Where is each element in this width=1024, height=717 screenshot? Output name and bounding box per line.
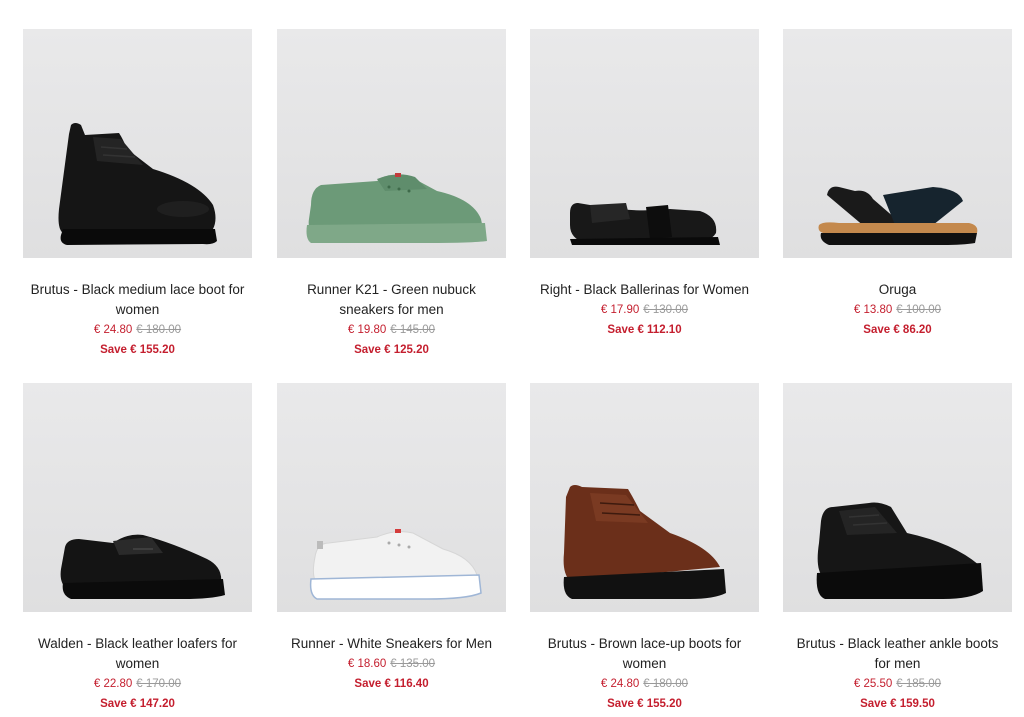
product-card[interactable]: Brutus - Black medium lace boot for wome… (23, 29, 252, 360)
sale-price: € 22.80 (93, 678, 133, 690)
original-price: € 180.00 (643, 678, 689, 690)
black-loafer-image (60, 534, 225, 599)
black-lace-boot-image (58, 123, 217, 245)
savings-label: Save € 125.20 (354, 344, 429, 356)
sale-price: € 17.90 (600, 304, 640, 316)
savings-label: Save € 116.40 (354, 678, 429, 690)
product-image[interactable] (530, 383, 759, 612)
sale-price: € 24.80 (93, 324, 133, 336)
product-card[interactable]: Brutus - Brown lace-up boots for women €… (530, 383, 759, 714)
product-card[interactable]: Runner - White Sneakers for Men € 18.60 €… (277, 383, 506, 694)
product-title[interactable]: Oruga (783, 280, 1012, 300)
original-price: € 145.00 (390, 324, 436, 336)
product-title[interactable]: Runner - White Sneakers for Men (277, 634, 506, 654)
savings-label: Save € 159.50 (860, 698, 935, 710)
savings-label: Save € 155.20 (100, 344, 175, 356)
product-image[interactable] (23, 29, 252, 258)
savings-label: Save € 155.20 (607, 698, 682, 710)
original-price: € 130.00 (643, 304, 689, 316)
product-grid: Brutus - Black medium lace boot for wome… (0, 0, 1024, 717)
product-prices: € 18.60 € 135.00 (277, 654, 506, 674)
product-prices: € 24.80 € 180.00 (23, 320, 252, 340)
white-sneaker-image (309, 529, 482, 600)
sale-price: € 18.60 (347, 658, 387, 670)
product-image[interactable] (783, 383, 1012, 612)
brown-lace-boot-image (563, 485, 726, 599)
product-image[interactable] (23, 383, 252, 612)
product-prices: € 25.50 € 185.00 (783, 674, 1012, 694)
savings-label: Save € 147.20 (100, 698, 175, 710)
original-price: € 185.00 (896, 678, 942, 690)
product-title[interactable]: Right - Black Ballerinas for Women (530, 280, 759, 300)
sale-price: € 19.80 (347, 324, 387, 336)
green-sneaker-image (306, 173, 487, 243)
product-title[interactable]: Walden - Black leather loafers for women (23, 634, 252, 674)
product-prices: € 24.80 € 180.00 (530, 674, 759, 694)
black-ankle-boot-image (816, 502, 983, 599)
product-prices: € 19.80 € 145.00 (277, 320, 506, 340)
product-card[interactable]: Brutus - Black leather ankle boots for m… (783, 383, 1012, 714)
sale-price: € 13.80 (853, 304, 893, 316)
product-card[interactable]: Walden - Black leather loafers for women… (23, 383, 252, 714)
savings-label: Save € 112.10 (607, 324, 682, 336)
product-title[interactable]: Brutus - Brown lace-up boots for women (530, 634, 759, 674)
product-title[interactable]: Brutus - Black medium lace boot for wome… (23, 280, 252, 320)
product-card[interactable]: Oruga € 13.80 € 100.00 Save € 86.20 (783, 29, 1012, 340)
product-image[interactable] (783, 29, 1012, 258)
product-prices: € 17.90 € 130.00 (530, 300, 759, 320)
product-title[interactable]: Brutus - Black leather ankle boots for m… (783, 634, 1012, 674)
product-image[interactable] (277, 29, 506, 258)
product-card[interactable]: Runner K21 - Green nubuck sneakers for m… (277, 29, 506, 360)
black-sandal-image (818, 186, 978, 245)
sale-price: € 25.50 (853, 678, 893, 690)
savings-label: Save € 86.20 (863, 324, 932, 336)
black-ballerina-image (570, 203, 720, 245)
product-image[interactable] (530, 29, 759, 258)
sale-price: € 24.80 (600, 678, 640, 690)
original-price: € 170.00 (136, 678, 182, 690)
original-price: € 180.00 (136, 324, 182, 336)
product-prices: € 22.80 € 170.00 (23, 674, 252, 694)
product-title[interactable]: Runner K21 - Green nubuck sneakers for m… (277, 280, 506, 320)
product-prices: € 13.80 € 100.00 (783, 300, 1012, 320)
original-price: € 135.00 (390, 658, 436, 670)
product-card[interactable]: Right - Black Ballerinas for Women € 17.… (530, 29, 759, 340)
original-price: € 100.00 (896, 304, 942, 316)
product-image[interactable] (277, 383, 506, 612)
